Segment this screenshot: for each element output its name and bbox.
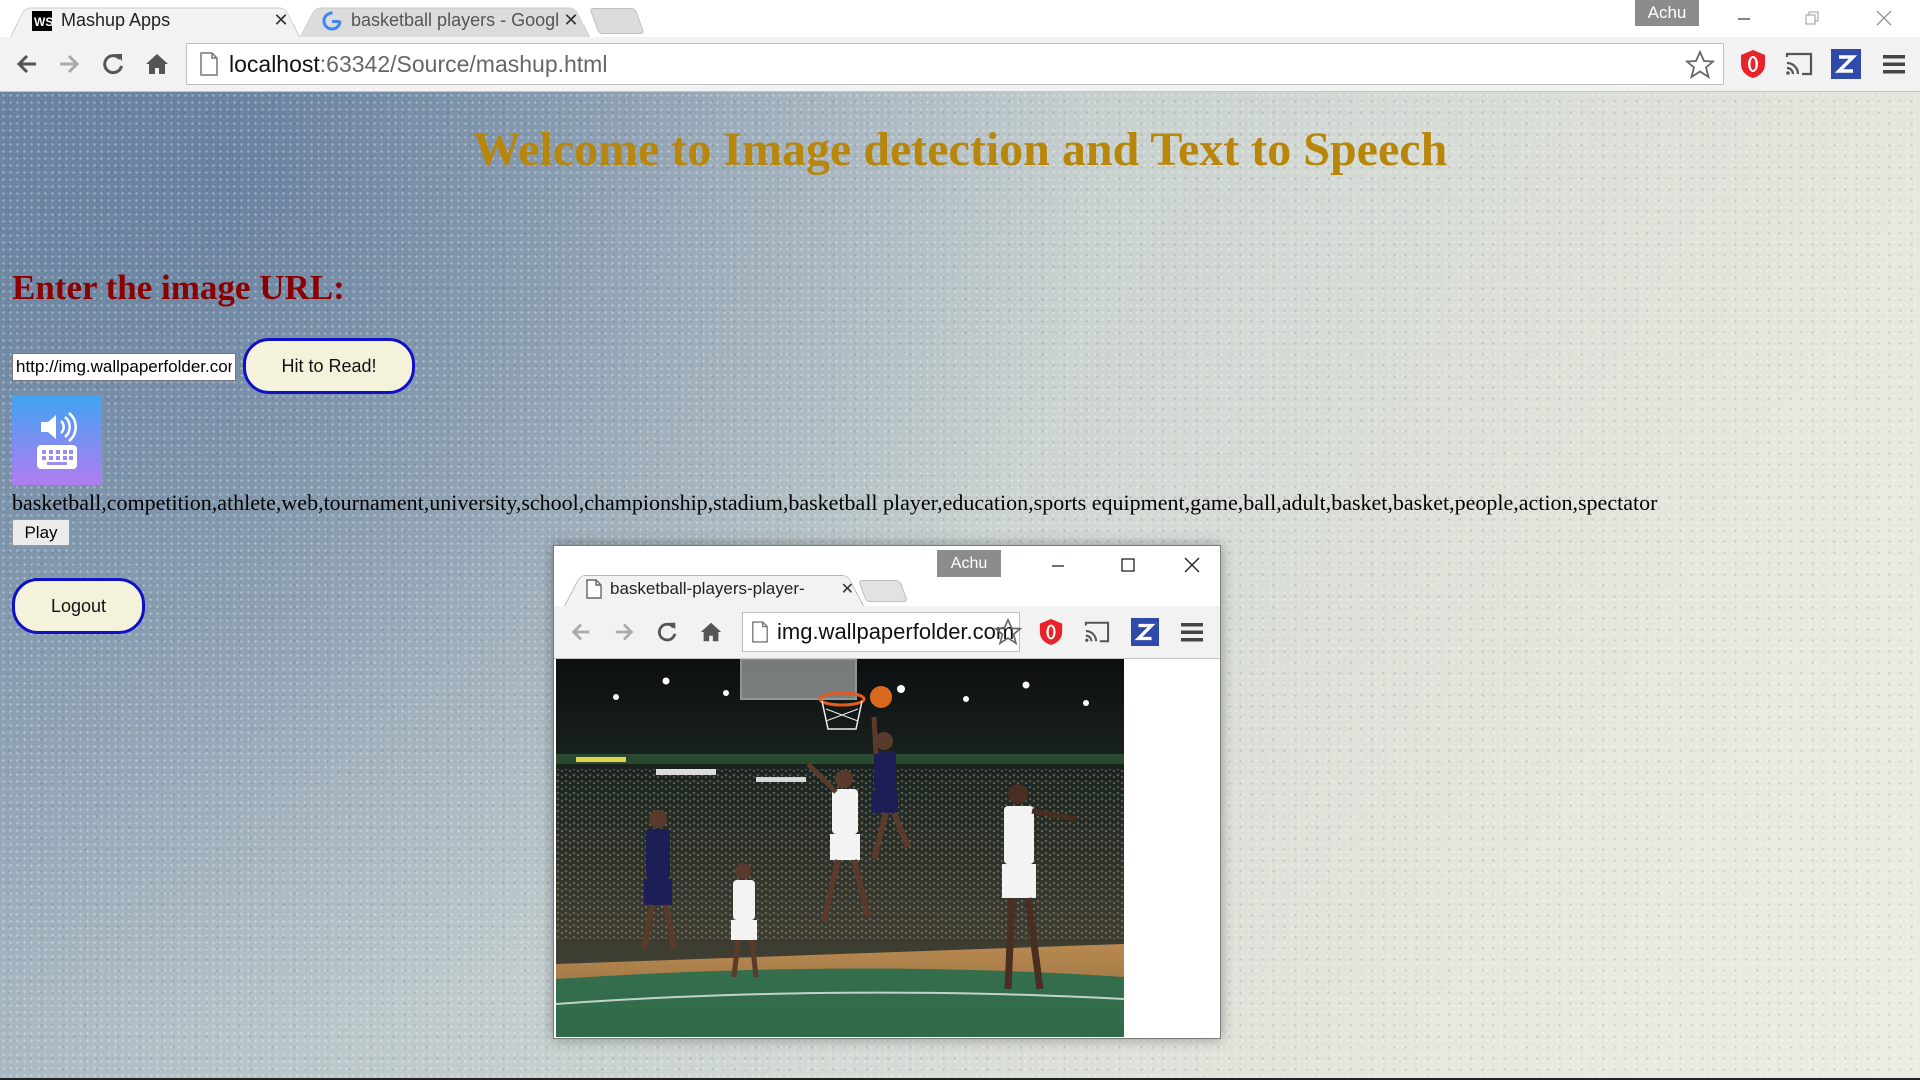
arrow-left-icon [16,54,36,74]
webstorm-icon: WS [32,10,52,31]
speaker-icon [41,412,77,442]
menu-button[interactable] [1177,617,1207,647]
minimize-button[interactable] [1038,550,1078,580]
page-heading: Welcome to Image detection and Text to S… [472,123,1448,176]
close-window-button[interactable] [1856,0,1912,36]
home-button[interactable] [140,47,174,81]
hamburger-menu-icon [1181,623,1203,642]
back-button[interactable] [10,47,44,81]
shield-icon [1039,619,1063,645]
maximize-icon [1121,558,1135,572]
opera-extension-button[interactable] [1036,617,1066,647]
hit-to-read-button[interactable]: Hit to Read! [243,338,415,394]
reload-button[interactable] [96,47,130,81]
shield-icon [1741,50,1765,78]
restore-icon [1805,11,1819,25]
cast-button[interactable] [1082,617,1112,647]
close-window-button[interactable] [1172,550,1212,580]
tab-mashup-apps[interactable]: WS Mashup Apps ✕ [10,4,300,37]
logout-button[interactable]: Logout [12,578,145,634]
cast-icon [1084,621,1110,643]
address-bar[interactable]: localhost:63342/Source/mashup.html [186,43,1724,85]
close-window-icon [1876,10,1892,26]
arrow-right-icon [60,54,80,74]
tab-title: Mashup Apps [61,10,171,30]
zotero-extension-button[interactable] [1829,47,1863,81]
page-content: Welcome to Image detection and Text to S… [0,92,1920,1078]
basketball-game-image [556,659,1124,1037]
url-text: localhost:63342/Source/mashup.html [229,51,607,78]
page-icon [752,621,768,643]
detected-tags-text: basketball,competition,athlete,web,tourn… [12,490,1658,515]
profile-badge[interactable]: Achu [937,550,1001,577]
popup-toolbar: img.wallpaperfolder.com [554,606,1220,659]
arrow-right-icon [615,623,634,641]
cast-icon [1785,52,1813,76]
z-extension-icon [1831,49,1861,79]
bookmark-star-icon[interactable] [994,618,1022,646]
close-window-icon [1184,557,1200,573]
new-tab-button[interactable] [589,8,645,34]
maximize-button[interactable] [1108,550,1148,580]
image-url-input[interactable] [12,353,236,381]
hamburger-menu-icon [1883,55,1905,74]
forward-button[interactable] [52,47,86,81]
opera-extension-button[interactable] [1736,47,1770,81]
address-bar[interactable]: img.wallpaperfolder.com [742,612,1020,652]
home-icon [146,54,168,74]
restore-button[interactable] [1784,0,1840,36]
tab-title: basketball players - Googl [351,10,560,30]
close-icon[interactable]: ✕ [562,10,580,30]
url-path: :63342/Source/mashup.html [319,50,608,77]
close-icon[interactable]: ✕ [272,10,290,30]
svg-text:WS: WS [34,15,52,29]
tab-basketball-players[interactable]: basketball players - Googl ✕ [300,4,590,37]
cast-button[interactable] [1782,47,1816,81]
reload-icon [103,54,123,75]
reload-icon [657,622,677,642]
url-host: localhost [229,50,320,77]
home-icon [700,622,722,642]
profile-badge[interactable]: Achu [1635,0,1699,26]
url-text: img.wallpaperfolder.com [777,619,1015,644]
home-button[interactable] [696,617,726,647]
arrow-left-icon [571,623,590,641]
basketball-photo [556,659,1124,1037]
title-bar: WS Mashup Apps ✕ basketball players - Go… [0,0,1920,37]
tab-title: basketball-players-player- [610,578,805,598]
browser-toolbar: localhost:63342/Source/mashup.html [0,37,1920,92]
popup-browser-window[interactable]: Achu basketball-players-player- ✕ img.wa… [553,545,1221,1039]
minimize-icon [1052,565,1064,567]
play-button[interactable]: Play [12,519,70,546]
z-extension-icon [1131,618,1159,646]
zotero-extension-button[interactable] [1130,617,1160,647]
tab-image[interactable]: basketball-players-player- ✕ [564,571,864,606]
new-tab-button[interactable] [857,580,909,602]
forward-button[interactable] [609,617,639,647]
speaker-keyboard-icon[interactable] [12,395,102,485]
reload-button[interactable] [652,617,682,647]
bookmark-star-icon[interactable] [1685,50,1715,80]
google-icon [322,11,342,31]
page-icon [586,578,602,599]
back-button[interactable] [566,617,596,647]
menu-button[interactable] [1877,47,1911,81]
close-icon[interactable]: ✕ [841,579,854,599]
page-icon [200,52,218,76]
minimize-icon [1738,18,1750,20]
image-url-label: Enter the image URL: [12,268,345,307]
keyboard-icon [37,445,77,469]
minimize-button[interactable] [1716,0,1772,36]
